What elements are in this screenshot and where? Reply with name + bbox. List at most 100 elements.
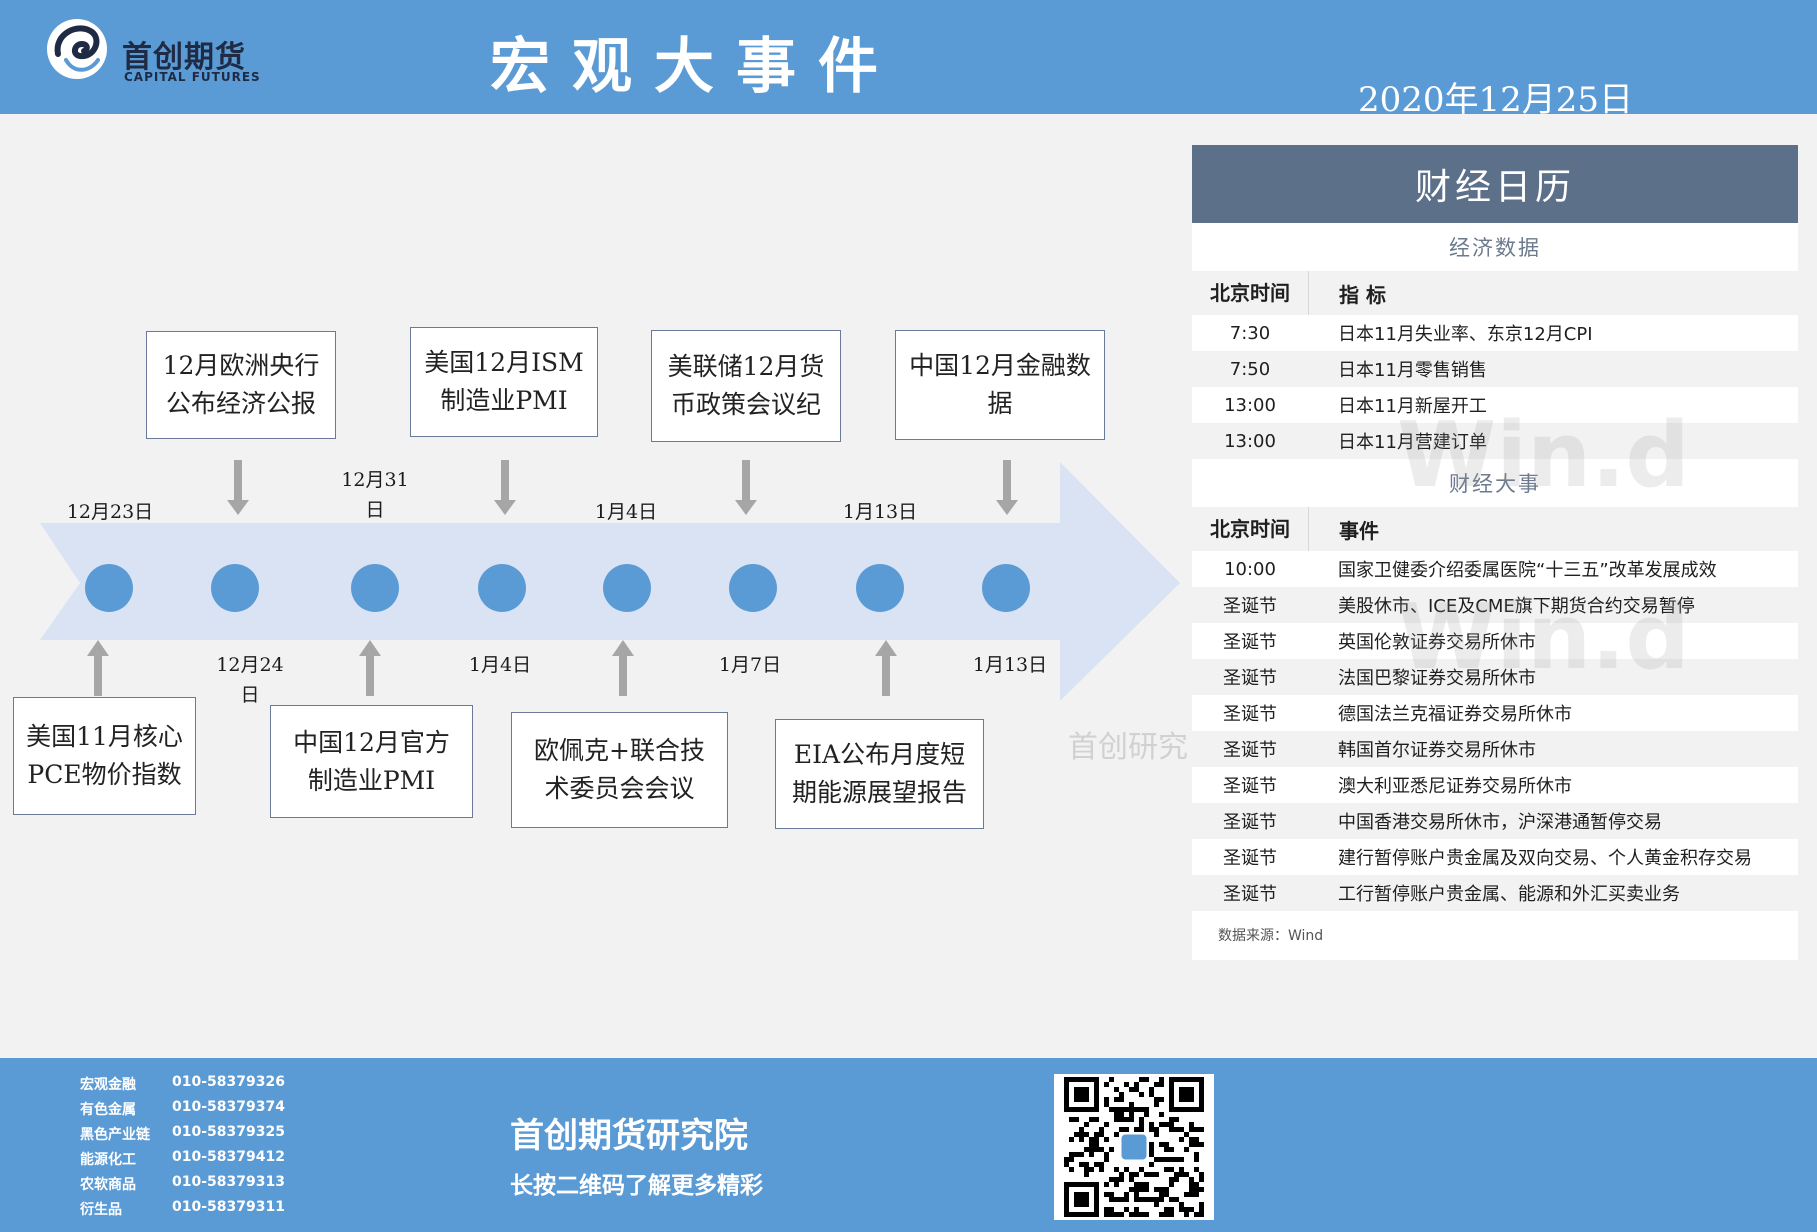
contact-phone: 010-58379311: [172, 1199, 285, 1215]
timeline-date-label: 1月7日: [700, 650, 800, 680]
watermark: Win.d: [1397, 403, 1690, 508]
event-text: 期能源展望报告: [791, 778, 967, 807]
table-row: 圣诞节 工行暂停账户贵金属、能源和外汇买卖业务: [1192, 875, 1798, 911]
table-row: 圣诞节 建行暂停账户贵金属及双向交易、个人黄金积存交易: [1192, 839, 1798, 875]
row-time: 圣诞节: [1223, 704, 1277, 725]
bottom-event-box: 美国11月核心 PCE物价指数: [13, 697, 196, 815]
bottom-event-box: 欧佩克+联合技 术委员会会议: [511, 712, 728, 828]
timeline-node: [85, 564, 133, 612]
date-text: 1月7日: [718, 654, 782, 676]
event-text: 制造业PMI: [440, 386, 568, 415]
contact-phone: 010-58379313: [172, 1174, 285, 1190]
timeline-date-label: 1月13日: [955, 650, 1065, 680]
timeline-node: [856, 564, 904, 612]
event-text: 美国11月核心: [26, 722, 183, 751]
calendar-title: 财经日历: [1192, 145, 1798, 223]
event-text: 中国12月金融数: [909, 351, 1091, 380]
timeline-node: [729, 564, 777, 612]
up-arrow-icon: [87, 640, 109, 696]
row-time: 13:00: [1224, 430, 1276, 452]
row-time: 10:00: [1224, 558, 1276, 580]
row-time: 圣诞节: [1223, 596, 1277, 617]
row-time: 圣诞节: [1223, 776, 1277, 797]
timeline-date-label: 12月31 日: [335, 465, 415, 525]
row-item: 日本11月失业率、东京12月CPI: [1338, 324, 1593, 345]
timeline-node: [211, 564, 259, 612]
row-time: 圣诞节: [1223, 884, 1277, 905]
row-time: 7:50: [1229, 358, 1271, 380]
contact-phone: 010-58379325: [172, 1124, 285, 1140]
event-text: 制造业PMI: [307, 765, 436, 795]
table-row: 圣诞节 澳大利亚悉尼证券交易所休市: [1192, 767, 1798, 803]
down-arrow-icon: [227, 460, 249, 515]
table-row: 圣诞节 德国法兰克福证券交易所休市: [1192, 695, 1798, 731]
date-text: 12月24: [216, 654, 284, 676]
timeline-node: [603, 564, 651, 612]
contact-phone: 010-58379412: [172, 1149, 285, 1165]
row-item: 中国香港交易所休市，沪深港通暂停交易: [1338, 812, 1662, 833]
timeline-date-label: 1月4日: [452, 650, 548, 680]
contact-phone: 010-58379374: [172, 1099, 285, 1115]
date-text: 12月31: [341, 469, 409, 491]
date-text: 1月4日: [468, 654, 532, 676]
events-time-header: 北京时间: [1192, 507, 1309, 551]
timeline-date-label: 1月13日: [825, 497, 935, 527]
down-arrow-icon: [494, 460, 516, 515]
row-item: 国家卫健委介绍委属医院“十三五”改革发展成效: [1338, 560, 1717, 581]
row-item: 韩国首尔证券交易所休市: [1338, 740, 1536, 761]
date-text: 日: [365, 499, 385, 521]
contact-phone: 010-58379326: [172, 1074, 285, 1090]
event-text: 术委员会会议: [544, 774, 695, 803]
top-event-box: 12月欧洲央行 公布经济公报: [146, 331, 336, 439]
row-time: 13:00: [1224, 394, 1276, 416]
timeline-node: [478, 564, 526, 612]
timeline-node: [351, 564, 399, 612]
row-time: 圣诞节: [1223, 848, 1277, 869]
row-time: 圣诞节: [1223, 740, 1277, 761]
contact-name: 衍生品: [80, 1202, 122, 1218]
qr-tagline: 长按二维码了解更多精彩: [510, 1173, 763, 1199]
date-text: 1月13日: [842, 501, 918, 523]
table-row: 10:00 国家卫健委介绍委属医院“十三五”改革发展成效: [1192, 551, 1798, 587]
top-event-box: 中国12月金融数据: [895, 330, 1105, 440]
date-text: 12月23日: [66, 501, 154, 523]
event-text: 美国12月ISM: [424, 348, 584, 377]
row-time: 圣诞节: [1223, 668, 1277, 689]
watermark: Win.d: [1397, 585, 1690, 690]
bottom-event-box: 中国12月官方 制造业PMI: [270, 705, 473, 818]
econ-table-header: 北京时间 指 标: [1192, 271, 1798, 315]
down-arrow-icon: [735, 460, 757, 515]
events-item-header: 事件: [1339, 518, 1379, 543]
data-source: 数据来源：Wind: [1218, 928, 1324, 944]
event-text: 美联储12月货: [667, 352, 825, 381]
timeline-node: [982, 564, 1030, 612]
watermark-text: 首创研究: [1068, 730, 1188, 765]
date-text: 日: [240, 684, 260, 706]
contact-name: 有色金属: [80, 1102, 136, 1118]
events-table-header: 北京时间 事件: [1192, 507, 1798, 551]
row-time: 7:30: [1229, 322, 1271, 344]
event-text: PCE物价指数: [27, 760, 182, 789]
event-text: 欧佩克+联合技: [534, 736, 705, 765]
table-row: 7:30 日本11月失业率、东京12月CPI: [1192, 315, 1798, 351]
row-time: 圣诞节: [1223, 812, 1277, 833]
row-item: 日本11月零售销售: [1338, 360, 1487, 381]
report-date: 2020年12月25日: [1358, 80, 1634, 120]
timeline-date-label: 12月23日: [50, 497, 170, 527]
econ-data-title: 经济数据: [1449, 236, 1541, 260]
top-event-box: 美国12月ISM 制造业PMI: [410, 327, 598, 437]
row-item: 澳大利亚悉尼证券交易所休市: [1338, 776, 1572, 797]
financial-calendar-panel: 财经日历 经济数据 北京时间 指 标 7:30 日本11月失业率、东京12月CPI…: [1192, 145, 1798, 960]
event-text: EIA公布月度短: [793, 740, 966, 769]
row-time: 圣诞节: [1223, 632, 1277, 653]
down-arrow-icon: [996, 460, 1018, 515]
institute-name: 首创期货研究院: [510, 1116, 748, 1156]
contact-name: 能源化工: [80, 1152, 136, 1168]
contact-name: 黑色产业链: [80, 1127, 150, 1143]
table-row: 圣诞节 中国香港交易所休市，沪深港通暂停交易: [1192, 803, 1798, 839]
event-text: 据: [987, 389, 1013, 418]
top-event-box: 美联储12月货 币政策会议纪: [651, 330, 841, 442]
up-arrow-icon: [875, 640, 897, 696]
row-item: 工行暂停账户贵金属、能源和外汇买卖业务: [1338, 884, 1680, 905]
qr-code-icon[interactable]: [1054, 1074, 1214, 1220]
